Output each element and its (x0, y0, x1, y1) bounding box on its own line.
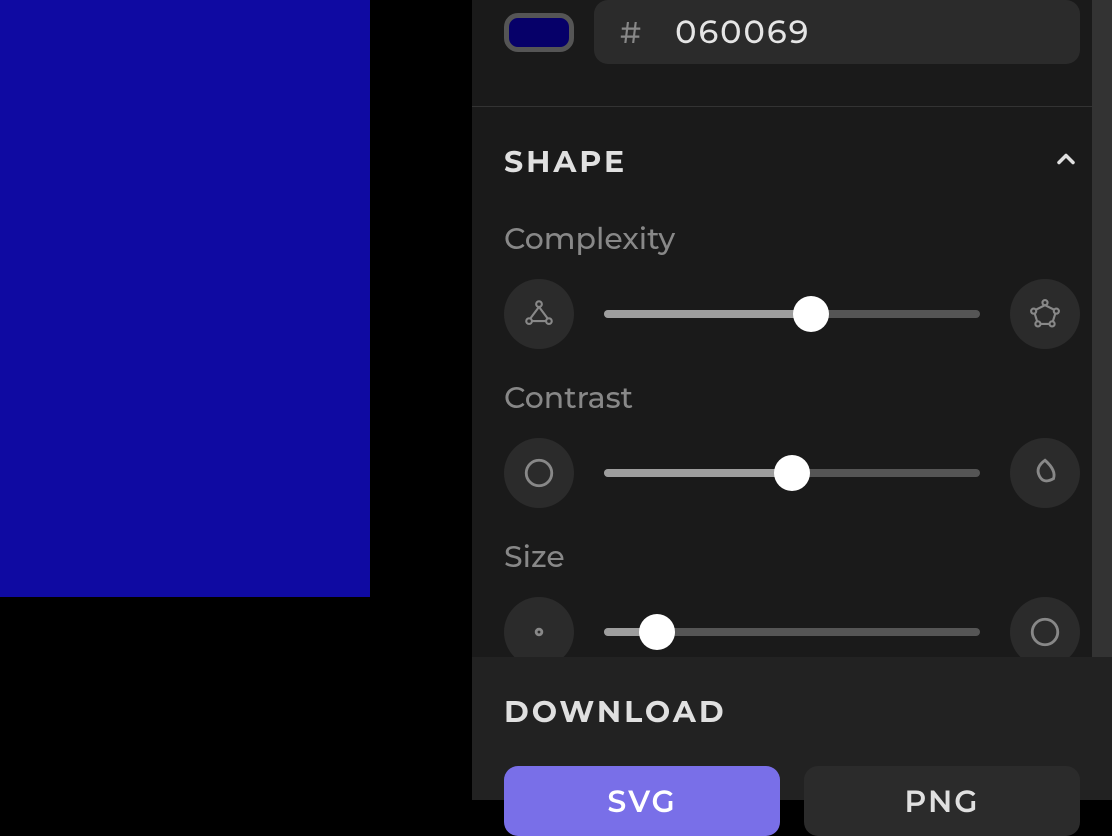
color-swatch[interactable] (504, 13, 574, 52)
size-control: Size (504, 538, 1080, 657)
hex-input[interactable] (675, 13, 1054, 52)
canvas-preview[interactable] (0, 0, 370, 597)
size-slider[interactable] (604, 628, 980, 636)
shape-section: SHAPE Complexity (472, 107, 1112, 657)
shape-title: SHAPE (504, 143, 627, 180)
hex-input-wrap[interactable]: # (594, 0, 1080, 64)
download-svg-button[interactable]: SVG (504, 766, 780, 836)
hash-symbol: # (620, 14, 641, 51)
chevron-up-icon[interactable] (1052, 145, 1080, 178)
shape-header: SHAPE (504, 143, 1080, 180)
download-png-button[interactable]: PNG (804, 766, 1080, 836)
complexity-slider[interactable] (604, 310, 980, 318)
complexity-max-icon[interactable] (1010, 279, 1080, 349)
contrast-min-icon[interactable] (504, 438, 574, 508)
contrast-label: Contrast (504, 379, 1080, 416)
download-title: DOWNLOAD (504, 693, 1080, 730)
complexity-control: Complexity (504, 220, 1080, 349)
size-thumb[interactable] (639, 614, 675, 650)
settings-panel: # SHAPE Complexity (472, 0, 1112, 800)
scrollbar[interactable] (1092, 0, 1112, 657)
complexity-min-icon[interactable] (504, 279, 574, 349)
contrast-thumb[interactable] (774, 455, 810, 491)
contrast-slider[interactable] (604, 469, 980, 477)
contrast-control: Contrast (504, 379, 1080, 508)
size-max-icon[interactable] (1010, 597, 1080, 657)
complexity-label: Complexity (504, 220, 1080, 257)
color-row: # (472, 0, 1112, 106)
size-label: Size (504, 538, 1080, 575)
contrast-max-icon[interactable] (1010, 438, 1080, 508)
download-section: DOWNLOAD SVG PNG (472, 657, 1112, 800)
complexity-thumb[interactable] (793, 296, 829, 332)
size-min-icon[interactable] (504, 597, 574, 657)
